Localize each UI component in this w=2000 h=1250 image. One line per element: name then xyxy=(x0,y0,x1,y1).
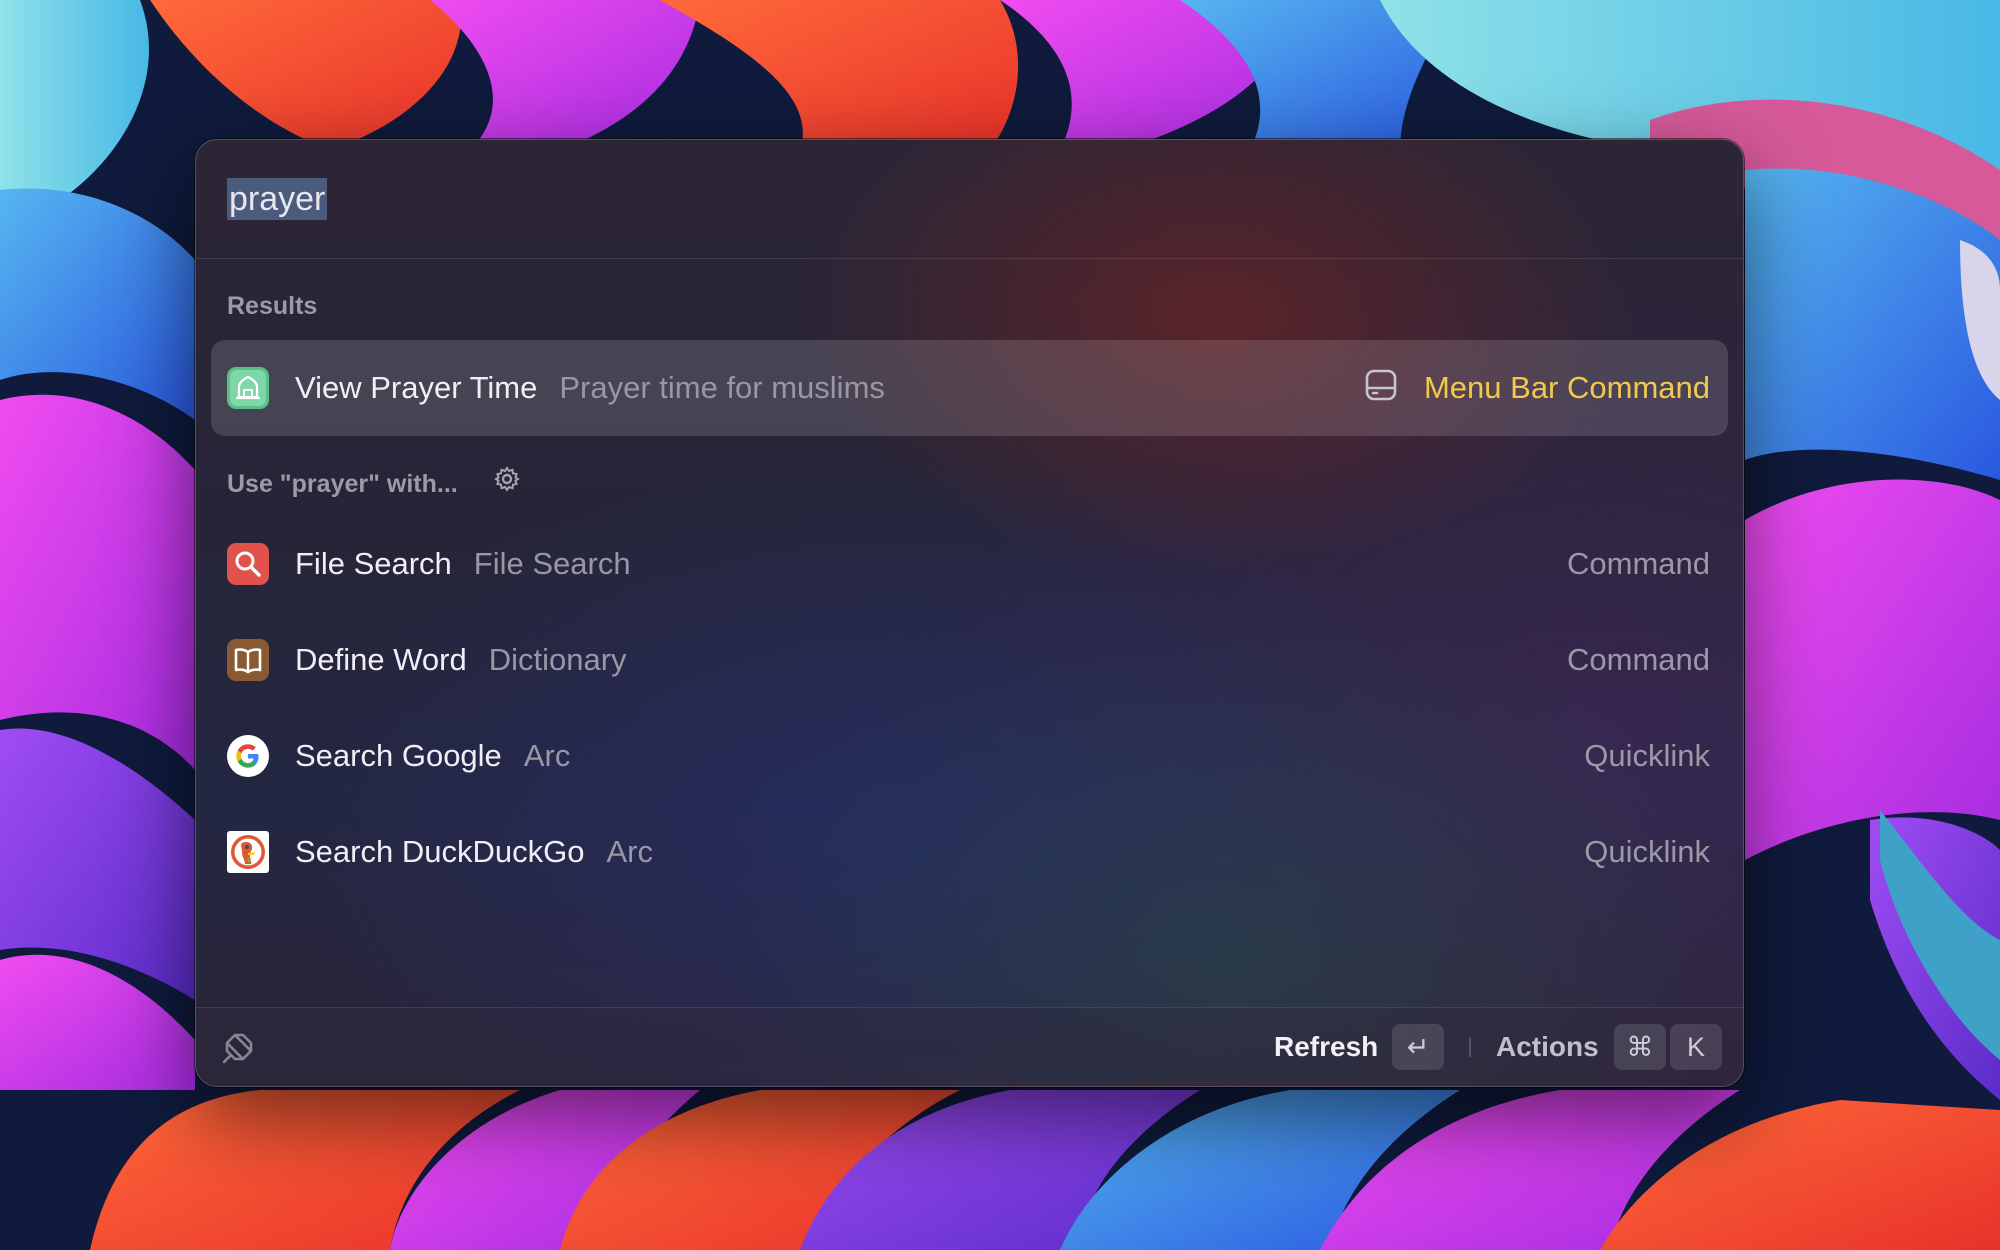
desktop-wallpaper: prayer Results View Prayer Time Prayer ti… xyxy=(0,0,2000,1250)
search-input[interactable]: prayer xyxy=(227,178,328,220)
fallback-section-label: Use "prayer" with... xyxy=(227,465,521,503)
footer-divider xyxy=(1469,1037,1471,1057)
fallback-label-text: Use "prayer" with... xyxy=(227,470,458,499)
gear-icon[interactable] xyxy=(493,465,521,500)
fallback-search-google[interactable]: Search Google Arc Quicklink xyxy=(211,708,1728,804)
fallback-subtitle: File Search xyxy=(473,546,631,581)
google-icon xyxy=(227,735,269,777)
fallback-title: Search DuckDuckGo xyxy=(295,834,585,869)
action-bar: Refresh ↵ Actions ⌘ K xyxy=(196,1007,1743,1086)
fallback-subtitle: Arc xyxy=(606,834,653,869)
magnifier-icon xyxy=(227,543,269,585)
mosque-icon xyxy=(227,367,269,409)
fallback-title: Define Word xyxy=(295,642,467,677)
refresh-action[interactable]: Refresh xyxy=(1274,1028,1378,1066)
raycast-logo-icon[interactable] xyxy=(221,1029,257,1065)
result-view-prayer-time[interactable]: View Prayer Time Prayer time for muslims … xyxy=(211,340,1728,436)
fallback-type: Command xyxy=(1567,642,1710,677)
fallback-title: File Search xyxy=(295,546,452,581)
fallback-subtitle: Dictionary xyxy=(488,642,627,677)
fallback-search-duckduckgo[interactable]: Search DuckDuckGo Arc Quicklink xyxy=(211,804,1728,900)
enter-key: ↵ xyxy=(1392,1024,1444,1070)
launcher-window: prayer Results View Prayer Time Prayer ti… xyxy=(195,139,1744,1087)
duckduckgo-icon xyxy=(227,831,269,873)
fallback-define-word[interactable]: Define Word Dictionary Command xyxy=(211,612,1728,708)
results-section-label: Results xyxy=(227,292,318,320)
fallback-type: Command xyxy=(1567,546,1710,581)
result-subtitle: Prayer time for muslims xyxy=(559,370,885,405)
fallback-type: Quicklink xyxy=(1584,834,1710,869)
search-bar[interactable]: prayer xyxy=(196,140,1743,259)
result-title: View Prayer Time xyxy=(295,370,538,405)
result-type: Menu Bar Command xyxy=(1423,370,1710,406)
fallback-title: Search Google xyxy=(295,738,502,773)
menu-bar-icon xyxy=(1364,368,1398,412)
fallback-type: Quicklink xyxy=(1584,738,1710,773)
fallback-subtitle: Arc xyxy=(523,738,571,773)
command-key: ⌘ xyxy=(1614,1024,1666,1070)
k-key: K xyxy=(1670,1024,1722,1070)
fallback-file-search[interactable]: File Search File Search Command xyxy=(211,516,1728,612)
actions-button[interactable]: Actions xyxy=(1496,1028,1599,1066)
book-icon xyxy=(227,639,269,681)
